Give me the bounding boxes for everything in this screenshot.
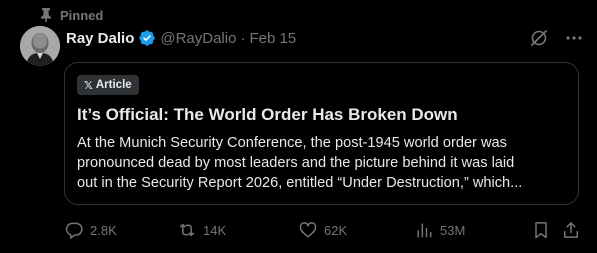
pinned-post[interactable]: Pinned Ray Dalio @RayDalio · Feb 15 𝕏 Ar…	[0, 0, 597, 253]
article-excerpt-line: pronounced dead by most leaders and the …	[77, 155, 515, 171]
post-date[interactable]: Feb 15	[249, 30, 296, 47]
pinned-indicator: Pinned	[40, 6, 103, 24]
bookmark-button[interactable]	[531, 218, 551, 242]
more-icon[interactable]	[565, 29, 583, 47]
repost-icon	[180, 223, 194, 237]
views-icon	[417, 223, 432, 238]
header-actions	[529, 28, 583, 48]
post-header: Ray Dalio @RayDalio · Feb 15	[66, 28, 296, 48]
avatar-image	[20, 26, 60, 66]
author-name[interactable]: Ray Dalio	[66, 30, 134, 47]
like-button[interactable]: 62K	[298, 218, 347, 242]
views-button[interactable]: 53M	[414, 218, 465, 242]
article-title[interactable]: It’s Official: The World Order Has Broke…	[77, 105, 458, 125]
views-count: 53M	[440, 222, 466, 238]
heart-icon	[299, 222, 317, 238]
article-excerpt-line: out in the Security Report 2026, entitle…	[77, 175, 523, 191]
article-badge-label: Article	[95, 79, 132, 91]
grok-icon[interactable]	[529, 28, 549, 48]
pin-icon	[41, 8, 51, 22]
verified-badge-icon[interactable]	[138, 29, 156, 47]
avatar[interactable]	[20, 26, 60, 66]
article-badge: 𝕏 Article	[77, 75, 139, 95]
pinned-label: Pinned	[60, 7, 104, 23]
action-bar: 2.8K 14K 62K 53M	[64, 218, 584, 242]
like-count: 62K	[324, 222, 348, 238]
x-logo-icon: 𝕏	[84, 79, 93, 92]
article-excerpt-line: At the Munich Security Conference, the p…	[77, 135, 507, 151]
repost-count: 14K	[203, 222, 227, 238]
author-handle[interactable]: @RayDalio	[160, 30, 236, 47]
article-excerpt: At the Munich Security Conference, the p…	[77, 133, 569, 193]
reply-icon	[65, 222, 83, 239]
share-button[interactable]	[561, 218, 581, 242]
article-card[interactable]: 𝕏 Article It’s Official: The World Order…	[64, 62, 579, 205]
reply-count: 2.8K	[90, 222, 117, 238]
separator-dot: ·	[240, 29, 246, 47]
bookmark-icon	[535, 222, 547, 239]
share-icon	[564, 222, 578, 238]
reply-button[interactable]: 2.8K	[64, 218, 117, 242]
repost-button[interactable]: 14K	[177, 218, 226, 242]
